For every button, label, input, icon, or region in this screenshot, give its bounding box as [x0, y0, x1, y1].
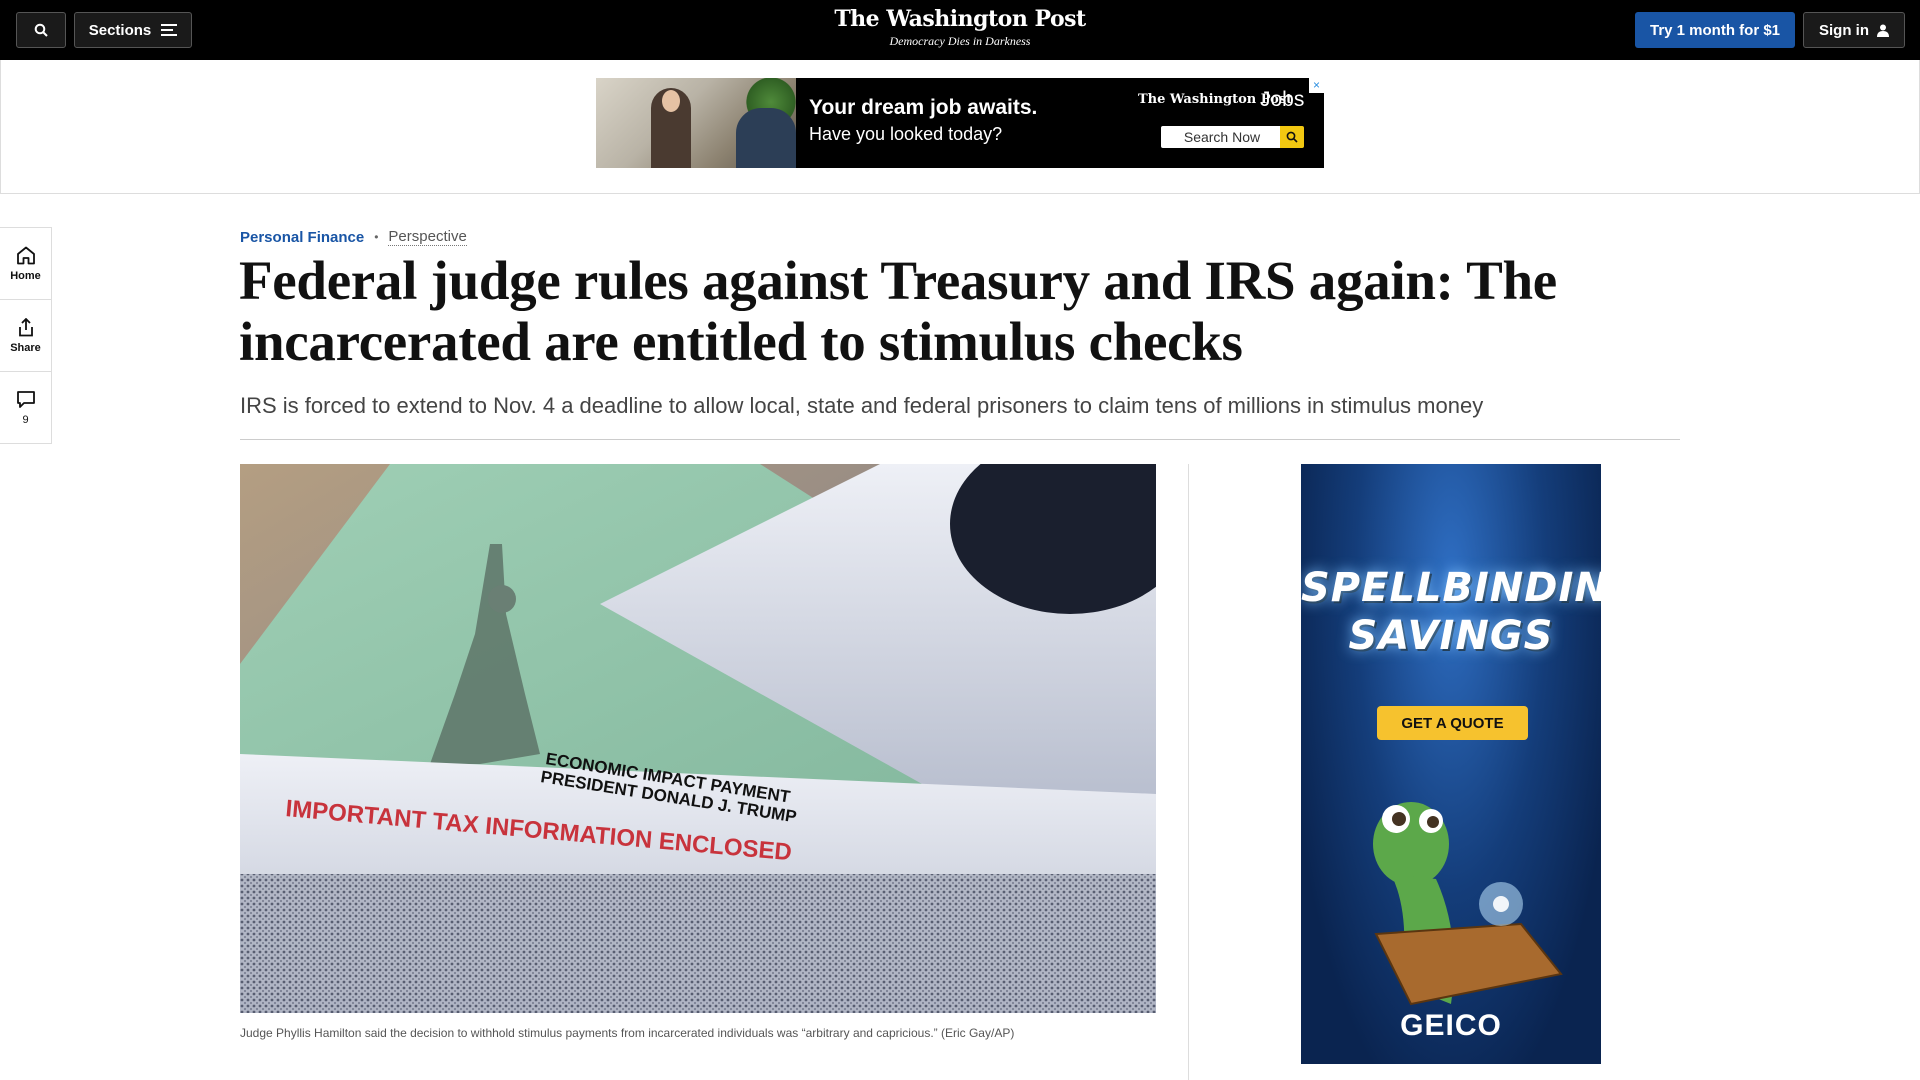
left-rail: Home Share 9 [0, 227, 52, 444]
rail-comments-count: 9 [22, 413, 29, 426]
kicker-separator: • [374, 230, 379, 244]
jobs-ad-headline: Your dream job awaits. [809, 96, 1038, 119]
signin-button[interactable]: Sign in [1803, 12, 1905, 48]
jobs-ad-subline: Have you looked today? [809, 124, 1003, 144]
jobs-ad-banner[interactable]: Your dream job awaits. Have you looked t… [596, 78, 1324, 168]
rail-share-label: Share [10, 341, 41, 354]
jobs-ad-search-field[interactable]: Search Now [1161, 126, 1283, 148]
article-dek: IRS is forced to extend to Nov. 4 a dead… [240, 393, 1484, 418]
rail-share-button[interactable]: Share [0, 300, 51, 372]
comment-icon [16, 390, 35, 408]
perspective-label[interactable]: Perspective [388, 228, 467, 246]
rail-home-button[interactable]: Home [0, 228, 51, 300]
subscribe-label: Try 1 month for $1 [1649, 21, 1781, 39]
search-icon [34, 23, 48, 37]
section-link[interactable]: Personal Finance [240, 229, 364, 246]
rail-home-label: Home [10, 269, 41, 282]
search-button[interactable] [16, 12, 66, 48]
brand-tagline: Democracy Dies in Darkness [889, 34, 1031, 48]
column-divider [1188, 464, 1189, 1080]
article-headline: Federal judge rules against Treasury and… [239, 250, 1557, 372]
signin-label: Sign in [1819, 21, 1869, 39]
jobs-ad-brand-suffix: Jobs [1260, 88, 1305, 111]
top-nav: Sections The Washington Post Democracy D… [0, 0, 1920, 60]
home-icon [16, 246, 35, 264]
search-icon [1286, 131, 1298, 143]
jobs-ad-photo [596, 78, 796, 168]
lead-image[interactable]: ECONOMIC IMPACT PAYMENT PRESIDENT DONALD… [240, 464, 1156, 1013]
lead-image-illustration: ECONOMIC IMPACT PAYMENT PRESIDENT DONALD… [240, 464, 1156, 1013]
ad-close-icon[interactable]: × [1309, 78, 1324, 93]
brand-logo[interactable]: The Washington Post Democracy Dies in Da… [760, 6, 1160, 49]
geico-ad[interactable]: SPELLBINDING SAVINGS GET A QUOTE GEICO [1301, 464, 1601, 1064]
subscribe-button[interactable]: Try 1 month for $1 [1635, 12, 1795, 48]
image-caption: Judge Phyllis Hamilton said the decision… [240, 1026, 1015, 1040]
geico-logo: GEICO [1400, 1009, 1502, 1042]
rail-comments-button[interactable]: 9 [0, 372, 51, 443]
article-kicker: Personal Finance • Perspective [240, 228, 467, 246]
sections-button[interactable]: Sections [74, 12, 192, 48]
sections-label: Sections [88, 21, 152, 39]
user-icon [1877, 24, 1889, 37]
share-icon [18, 317, 33, 336]
menu-icon [161, 24, 178, 36]
brand-title: The Washington Post [834, 6, 1086, 32]
gecko-illustration [1373, 802, 1563, 1006]
jobs-ad-search-button[interactable] [1280, 126, 1304, 148]
header-divider [240, 439, 1680, 440]
